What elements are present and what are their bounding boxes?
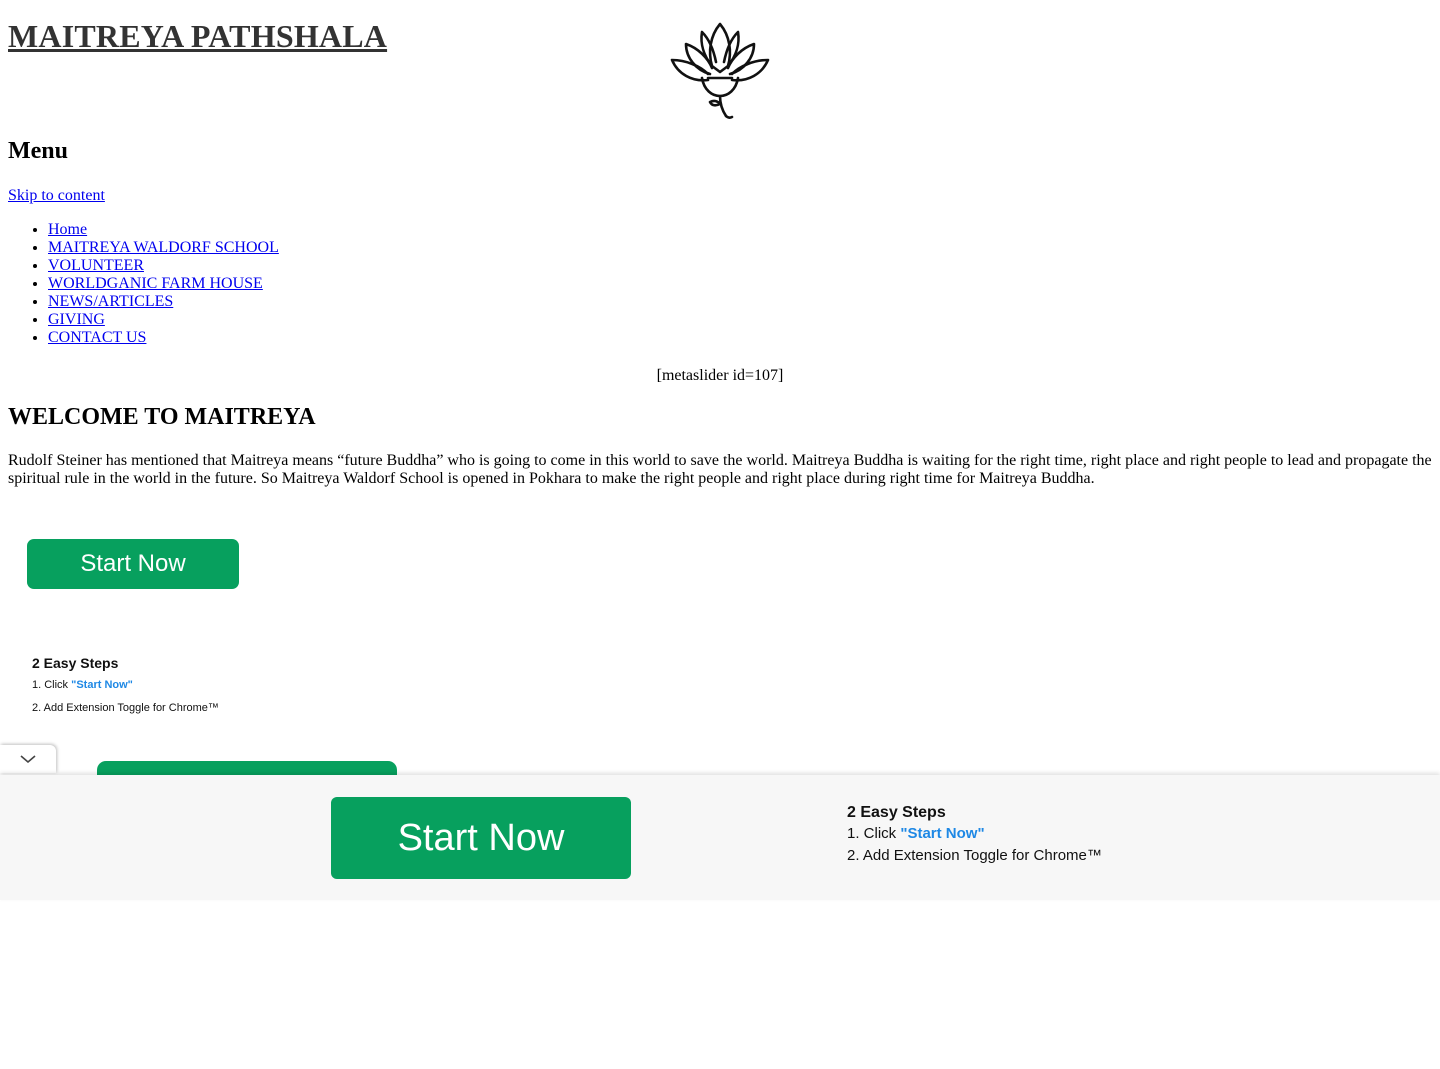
nav-item-contact: CONTACT US xyxy=(48,329,279,347)
step-one-link[interactable]: "Start Now" xyxy=(71,679,133,691)
nav-link-giving[interactable]: GIVING xyxy=(48,311,105,328)
nav-link-contact[interactable]: CONTACT US xyxy=(48,329,146,346)
nav-item-news: NEWS/ARTICLES xyxy=(48,293,279,311)
nav-item-waldorf-school: MAITREYA WALDORF SCHOOL xyxy=(48,239,279,257)
welcome-heading: WELCOME TO MAITREYA xyxy=(8,404,316,430)
chevron-down-icon xyxy=(20,755,36,764)
nav-item-home: Home xyxy=(48,221,279,239)
step-one: 1. Click "Start Now" xyxy=(32,679,219,691)
nav-item-giving: GIVING xyxy=(48,311,279,329)
nav-link-news[interactable]: NEWS/ARTICLES xyxy=(48,293,173,310)
nav-link-farm-house[interactable]: WORLDGANIC FARM HOUSE xyxy=(48,275,263,292)
easy-steps-large: 2 Easy Steps 1. Click "Start Now" 2. Add… xyxy=(847,804,1102,869)
start-now-button[interactable]: Start Now xyxy=(27,539,239,589)
step-one-prefix: 1. Click xyxy=(32,679,72,691)
steps-title: 2 Easy Steps xyxy=(32,655,119,671)
skip-to-content-link[interactable]: Skip to content xyxy=(8,187,105,205)
nav-link-home[interactable]: Home xyxy=(48,221,87,238)
nav-link-waldorf-school[interactable]: MAITREYA WALDORF SCHOOL xyxy=(48,239,279,256)
step-two-large: 2. Add Extension Toggle for Chrome™ xyxy=(847,847,1102,864)
nav-link-volunteer[interactable]: VOLUNTEER xyxy=(48,257,144,274)
menu-title: Menu xyxy=(8,138,68,164)
step-two: 2. Add Extension Toggle for Chrome™ xyxy=(32,702,219,714)
steps-title-large: 2 Easy Steps xyxy=(847,804,946,821)
nav-item-volunteer: VOLUNTEER xyxy=(48,257,279,275)
lotus-icon xyxy=(670,22,770,119)
nav-item-farm-house: WORLDGANIC FARM HOUSE xyxy=(48,275,279,293)
sticky-ad-bar: Start Now 2 Easy Steps 1. Click "Start N… xyxy=(0,775,1440,900)
step-one-large: 1. Click "Start Now" xyxy=(847,825,1102,842)
easy-steps: 2 Easy Steps 1. Click "Start Now" 2. Add… xyxy=(32,655,219,725)
intro-paragraph: Rudolf Steiner has mentioned that Maitre… xyxy=(8,452,1432,487)
start-now-button-large[interactable]: Start Now xyxy=(331,797,631,879)
slider-shortcode: [metaslider id=107] xyxy=(656,367,784,384)
collapse-ad-tab[interactable] xyxy=(0,745,56,773)
site-title[interactable]: MAITREYA PATHSHALA xyxy=(8,18,387,55)
step-one-prefix-large: 1. Click xyxy=(847,825,901,842)
step-one-link-large[interactable]: "Start Now" xyxy=(900,825,984,842)
main-nav: Home MAITREYA WALDORF SCHOOL VOLUNTEER W… xyxy=(8,221,279,347)
